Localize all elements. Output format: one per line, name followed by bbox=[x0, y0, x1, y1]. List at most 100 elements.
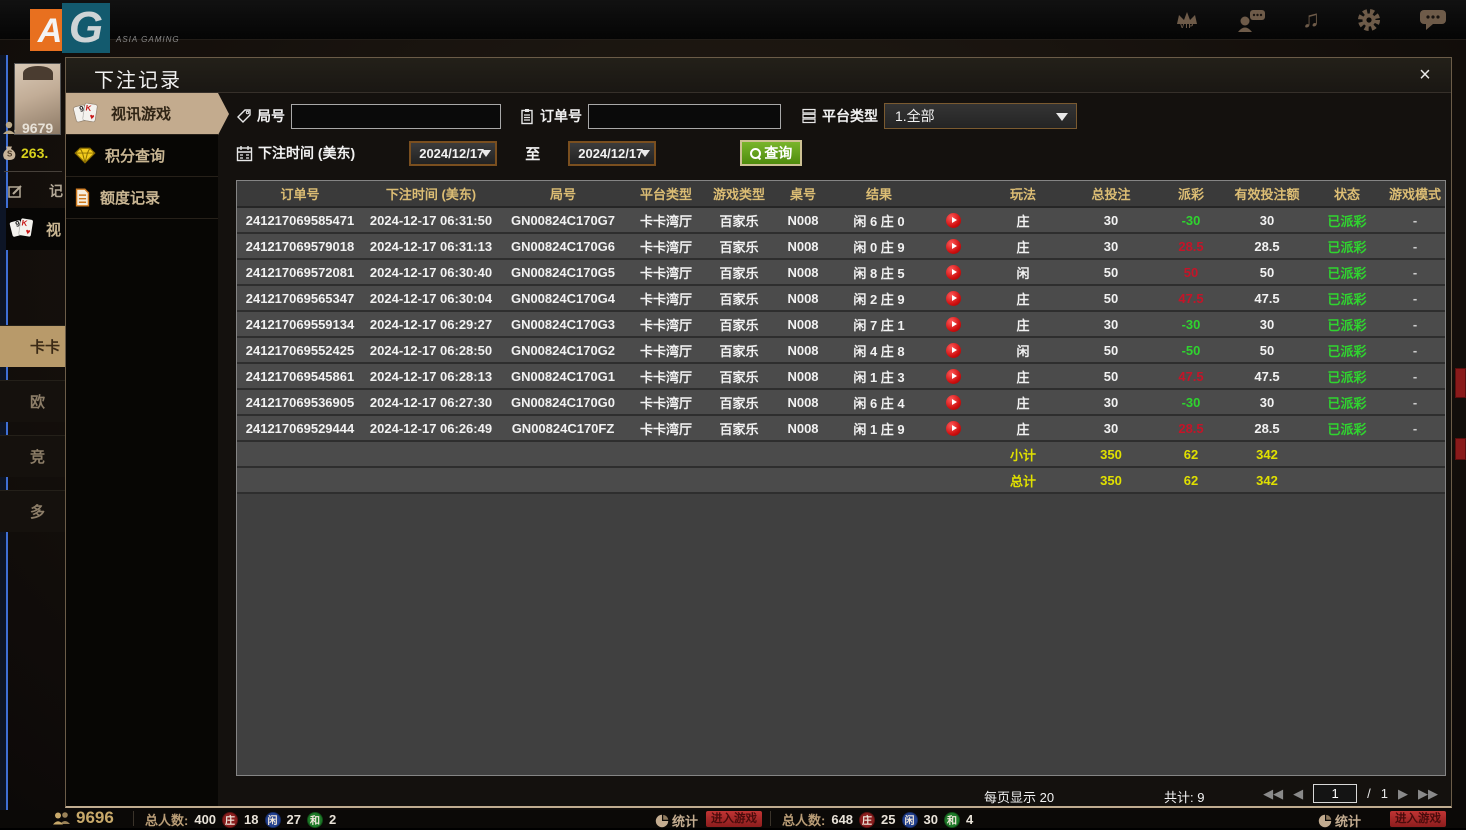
pagination-next-button[interactable]: ▶ bbox=[1398, 786, 1408, 802]
replay-button[interactable] bbox=[945, 213, 961, 229]
bottom-bar: 9696 总人数: 400 庄 18 闲 27 和 2 统计 进入游戏 总人数:… bbox=[0, 808, 1466, 830]
column-header: 有效投注额 bbox=[1234, 187, 1300, 202]
replay-button[interactable] bbox=[945, 317, 961, 333]
settings-button[interactable] bbox=[1356, 7, 1382, 33]
table-cell: 闲 4 庄 8 bbox=[853, 343, 905, 359]
replay-button[interactable] bbox=[945, 395, 961, 411]
table-cell: 30 bbox=[1259, 394, 1275, 410]
subtotal-row: 小计 350 62 342 bbox=[237, 442, 1445, 468]
table-cell: N008 bbox=[787, 238, 819, 254]
table-cell: N008 bbox=[787, 264, 819, 280]
replay-cell bbox=[925, 264, 981, 281]
column-header: 局号 bbox=[549, 187, 576, 202]
tie-badge: 和 bbox=[943, 811, 960, 828]
table-row: 241217069552425 2024-12-17 06:28:50 GN0082… bbox=[237, 338, 1445, 364]
table-cell: 闲 2 庄 9 bbox=[853, 291, 905, 307]
chat-button[interactable] bbox=[1418, 8, 1448, 32]
table-cell: 241217069572081 bbox=[245, 264, 355, 280]
lobby-menu-label: 欧 bbox=[30, 394, 46, 411]
replay-cell bbox=[925, 342, 981, 359]
column-header: 玩法 bbox=[1009, 187, 1036, 202]
pagination-first-button[interactable]: ◀◀ bbox=[1263, 786, 1283, 802]
page-input[interactable] bbox=[1313, 784, 1358, 803]
column-header: 订单号 bbox=[280, 187, 320, 202]
to-label: 至 bbox=[525, 145, 541, 163]
playing-cards-icon: 9 K ♥ bbox=[73, 102, 102, 125]
date-from-value: 2024/12/17 bbox=[419, 145, 485, 161]
table-cell: N008 bbox=[787, 368, 819, 384]
table-cell: 已派彩 bbox=[1327, 239, 1367, 255]
table-cell: 50 bbox=[1103, 342, 1119, 358]
bet-time-label: 下注时间 (美东) bbox=[258, 145, 356, 161]
pagination: ◀◀ ◀ / 1 ▶ ▶▶ bbox=[1263, 784, 1438, 803]
round-number-label: 局号 bbox=[257, 108, 285, 124]
lobby-menu-label: 竞 bbox=[30, 449, 46, 466]
money-bag-icon: S bbox=[3, 146, 16, 160]
table-cell: 已派彩 bbox=[1327, 291, 1367, 307]
stats-button[interactable]: 统计 bbox=[1318, 811, 1361, 830]
tab-points-query[interactable]: 积分查询 bbox=[66, 135, 218, 177]
table-cell: 卡卡湾厅 bbox=[639, 317, 692, 333]
grand-total-label: 总计 bbox=[1009, 473, 1036, 489]
table-cell: 2024-12-17 06:30:04 bbox=[369, 290, 493, 306]
table-row: 241217069559134 2024-12-17 06:29:27 GN0082… bbox=[237, 312, 1445, 338]
close-button[interactable]: × bbox=[1413, 63, 1437, 87]
music-button[interactable]: ♫ bbox=[1302, 7, 1320, 33]
lobby-divider bbox=[4, 171, 62, 172]
replay-button[interactable] bbox=[945, 369, 961, 385]
replay-button[interactable] bbox=[945, 343, 961, 359]
subtotal-valid-bet: 342 bbox=[1256, 446, 1278, 462]
table-cell: 卡卡湾厅 bbox=[639, 291, 692, 307]
table-cell: 百家乐 bbox=[719, 395, 759, 411]
vip-button[interactable]: VIP bbox=[1174, 10, 1200, 30]
date-from-select[interactable]: 2024/12/17 bbox=[409, 140, 498, 166]
replay-button[interactable] bbox=[945, 291, 961, 307]
table-cell: 47.5 bbox=[1178, 368, 1204, 384]
replay-button[interactable] bbox=[945, 265, 961, 281]
table-cell: 已派彩 bbox=[1327, 265, 1367, 281]
table-row: 241217069585471 2024-12-17 06:31:50 GN0082… bbox=[237, 208, 1445, 234]
round-number-input[interactable] bbox=[291, 103, 501, 129]
stats-button[interactable]: 统计 bbox=[655, 811, 698, 830]
replay-cell bbox=[925, 368, 981, 385]
table-cell: 50 bbox=[1259, 342, 1275, 358]
table-cell: - bbox=[1412, 316, 1418, 332]
table-cell: 已派彩 bbox=[1327, 343, 1367, 359]
tab-video-games[interactable]: 9 K ♥ 视讯游戏 bbox=[66, 93, 229, 135]
query-button[interactable]: 查询 bbox=[740, 140, 803, 166]
replay-button[interactable] bbox=[945, 421, 961, 437]
tie-count: 2 bbox=[328, 812, 337, 827]
table-footer: 每页显示 20 共计: 9 ◀◀ ◀ / 1 ▶ ▶▶ bbox=[236, 783, 1446, 807]
enter-game-button[interactable]: 进入游戏 bbox=[1390, 811, 1446, 827]
modal-sidebar: 9 K ♥ 视讯游戏 积分查询 额度记录 bbox=[66, 93, 229, 806]
pagination-prev-button[interactable]: ◀ bbox=[1293, 786, 1303, 802]
customer-service-button[interactable] bbox=[1236, 8, 1266, 32]
tie-badge: 和 bbox=[306, 811, 323, 828]
tie-count: 4 bbox=[965, 812, 974, 827]
table-cell: GN00824C170G6 bbox=[510, 238, 616, 254]
replay-button[interactable] bbox=[945, 239, 961, 255]
lobby-records-item[interactable]: 记 bbox=[8, 181, 63, 201]
table-cell: GN00824C170G0 bbox=[510, 394, 616, 410]
pagination-last-button[interactable]: ▶▶ bbox=[1418, 786, 1438, 802]
table-cell: 闲 1 庄 9 bbox=[853, 421, 905, 437]
enter-game-button[interactable]: 进入游戏 bbox=[706, 811, 762, 827]
date-to-select[interactable]: 2024/12/17 bbox=[568, 140, 657, 166]
person-chat-icon bbox=[1238, 10, 1265, 32]
lobby-menu-label: 卡卡 bbox=[30, 339, 61, 356]
table-cell: 卡卡湾厅 bbox=[639, 421, 692, 437]
asia-gaming-logo: A G ASIA GAMING bbox=[28, 3, 179, 53]
replay-cell bbox=[925, 316, 981, 333]
banker-badge: 庄 bbox=[859, 811, 876, 828]
divider bbox=[770, 811, 771, 826]
modal-title: 下注记录 bbox=[94, 70, 182, 92]
order-number-input[interactable] bbox=[588, 103, 781, 129]
total-players-value: 400 bbox=[194, 812, 217, 827]
dropdown-arrow-icon bbox=[1056, 113, 1068, 121]
table-cell: 已派彩 bbox=[1327, 421, 1367, 437]
platform-type-select[interactable]: 1.全部 bbox=[884, 103, 1077, 129]
tab-credit-records[interactable]: 额度记录 bbox=[66, 177, 218, 219]
subtotal-payout: 62 bbox=[1183, 446, 1199, 462]
pie-chart-icon bbox=[1318, 814, 1332, 827]
total-pages: 1 bbox=[1380, 786, 1388, 801]
